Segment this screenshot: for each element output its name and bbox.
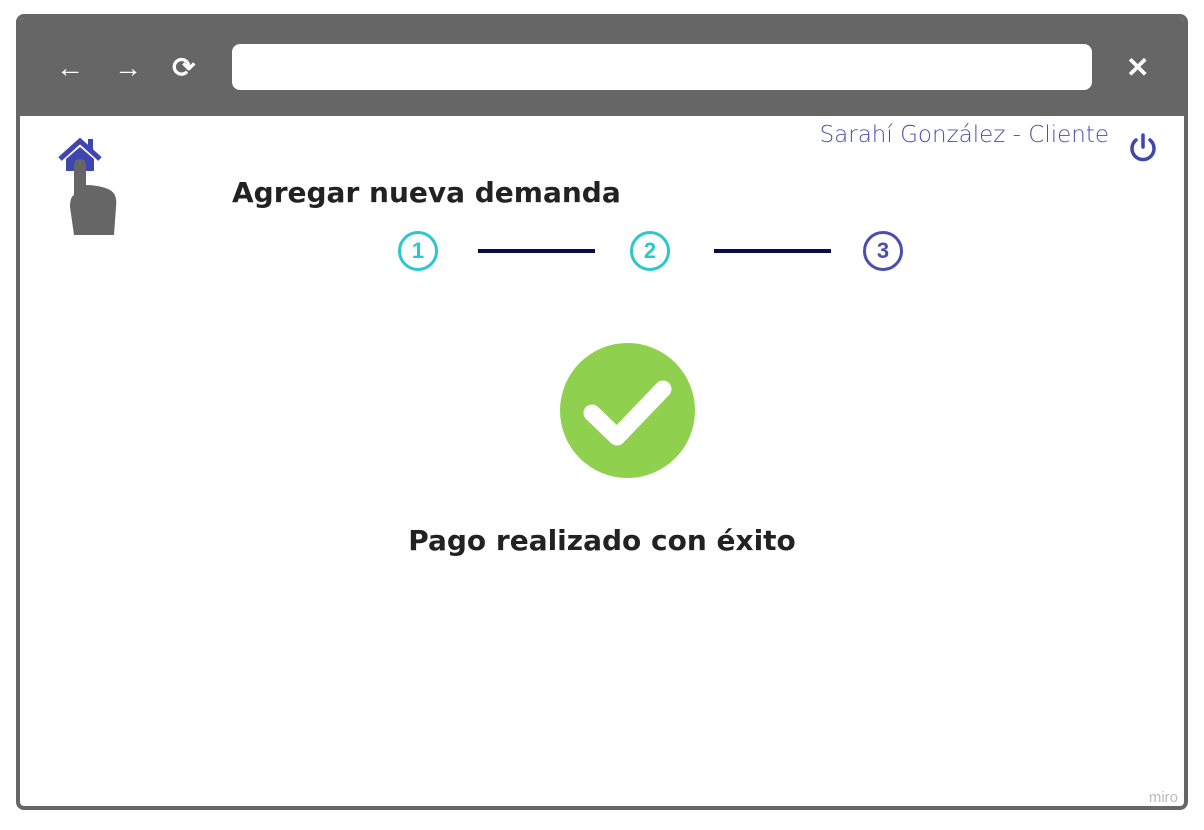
back-icon[interactable]: ←: [56, 54, 84, 82]
close-icon[interactable]: ✕: [1126, 54, 1149, 82]
home-icon[interactable]: [58, 137, 122, 239]
success-check-icon: [560, 343, 695, 478]
step-connector: [714, 249, 831, 253]
forward-icon[interactable]: →: [114, 54, 142, 82]
step-2: 2: [630, 231, 670, 271]
power-icon[interactable]: [1127, 132, 1159, 164]
browser-toolbar: ← → ⟳ ✕: [20, 18, 1184, 116]
success-message: Pago realizado con éxito: [408, 524, 796, 557]
reload-icon[interactable]: ⟳: [172, 54, 195, 82]
step-connector: [478, 249, 595, 253]
user-name[interactable]: Sarahí González - Cliente: [820, 122, 1109, 148]
url-bar[interactable]: [232, 44, 1092, 90]
page-title: Agregar nueva demanda: [232, 176, 621, 209]
step-3: 3: [863, 231, 903, 271]
miro-watermark: miro: [1148, 789, 1178, 806]
step-1: 1: [398, 231, 438, 271]
